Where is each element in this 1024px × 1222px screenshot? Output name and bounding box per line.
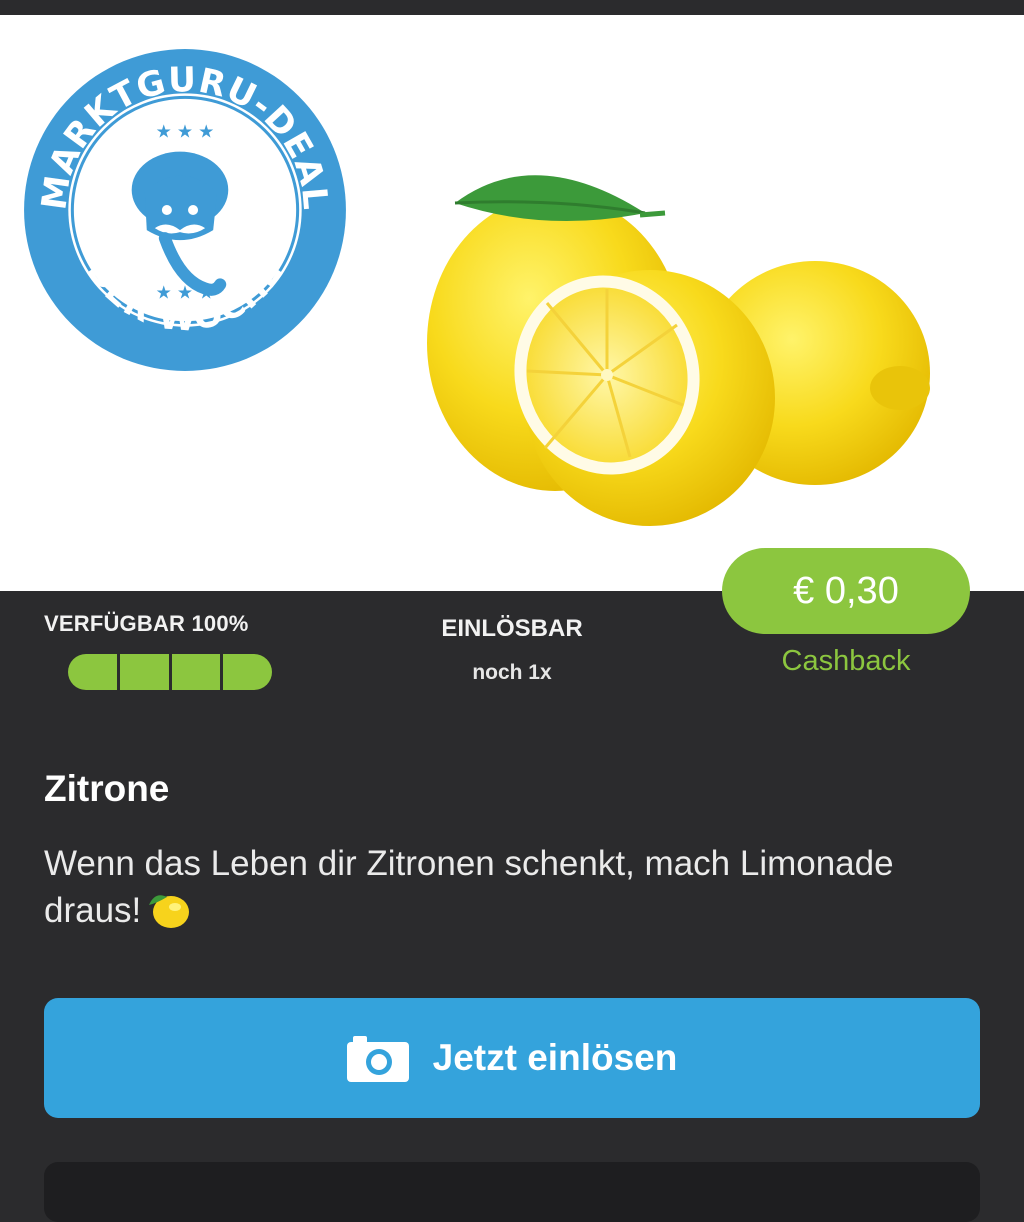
next-card [44,1162,980,1222]
cashback-label: Cashback [781,645,911,677]
redeemable-label: EINLÖSBAR [441,615,583,642]
product-description: Wenn das Leben dir Zitronen schenkt, mac… [44,841,944,934]
redeem-now-button[interactable]: Jetzt einlösen [44,998,980,1118]
availability-segment [120,654,172,690]
availability-label: VERFÜGBAR 100% [44,611,249,636]
availability-segment [172,654,224,690]
lemon-photo [415,143,945,543]
availability-bar [68,654,272,690]
lemon-emoji-icon [145,887,191,931]
redeemable-count: noch 1x [472,661,552,684]
availability-segment [68,654,120,690]
badge-graphic: MARKTGURU-DEAL DER WOCHE ★ ★ ★ ★ ★ ★ [24,49,346,371]
redeem-now-label: Jetzt einlösen [432,1037,678,1078]
camera-icon [346,1036,409,1082]
product-title: Zitrone [44,768,170,809]
deal-info-panel: VERFÜGBAR 100% EINLÖSBAR noch 1x € 0,30 … [0,548,1024,1222]
availability-segment [223,654,272,690]
product-hero: MARKTGURU-DEAL DER WOCHE ★ ★ ★ ★ ★ ★ [0,15,1024,591]
top-bar [0,0,1024,15]
cashback-price-badge: € 0,30 [722,548,970,634]
deal-of-week-badge: MARKTGURU-DEAL DER WOCHE ★ ★ ★ ★ ★ ★ [14,39,356,381]
svg-text:★ ★ ★: ★ ★ ★ [156,122,215,142]
